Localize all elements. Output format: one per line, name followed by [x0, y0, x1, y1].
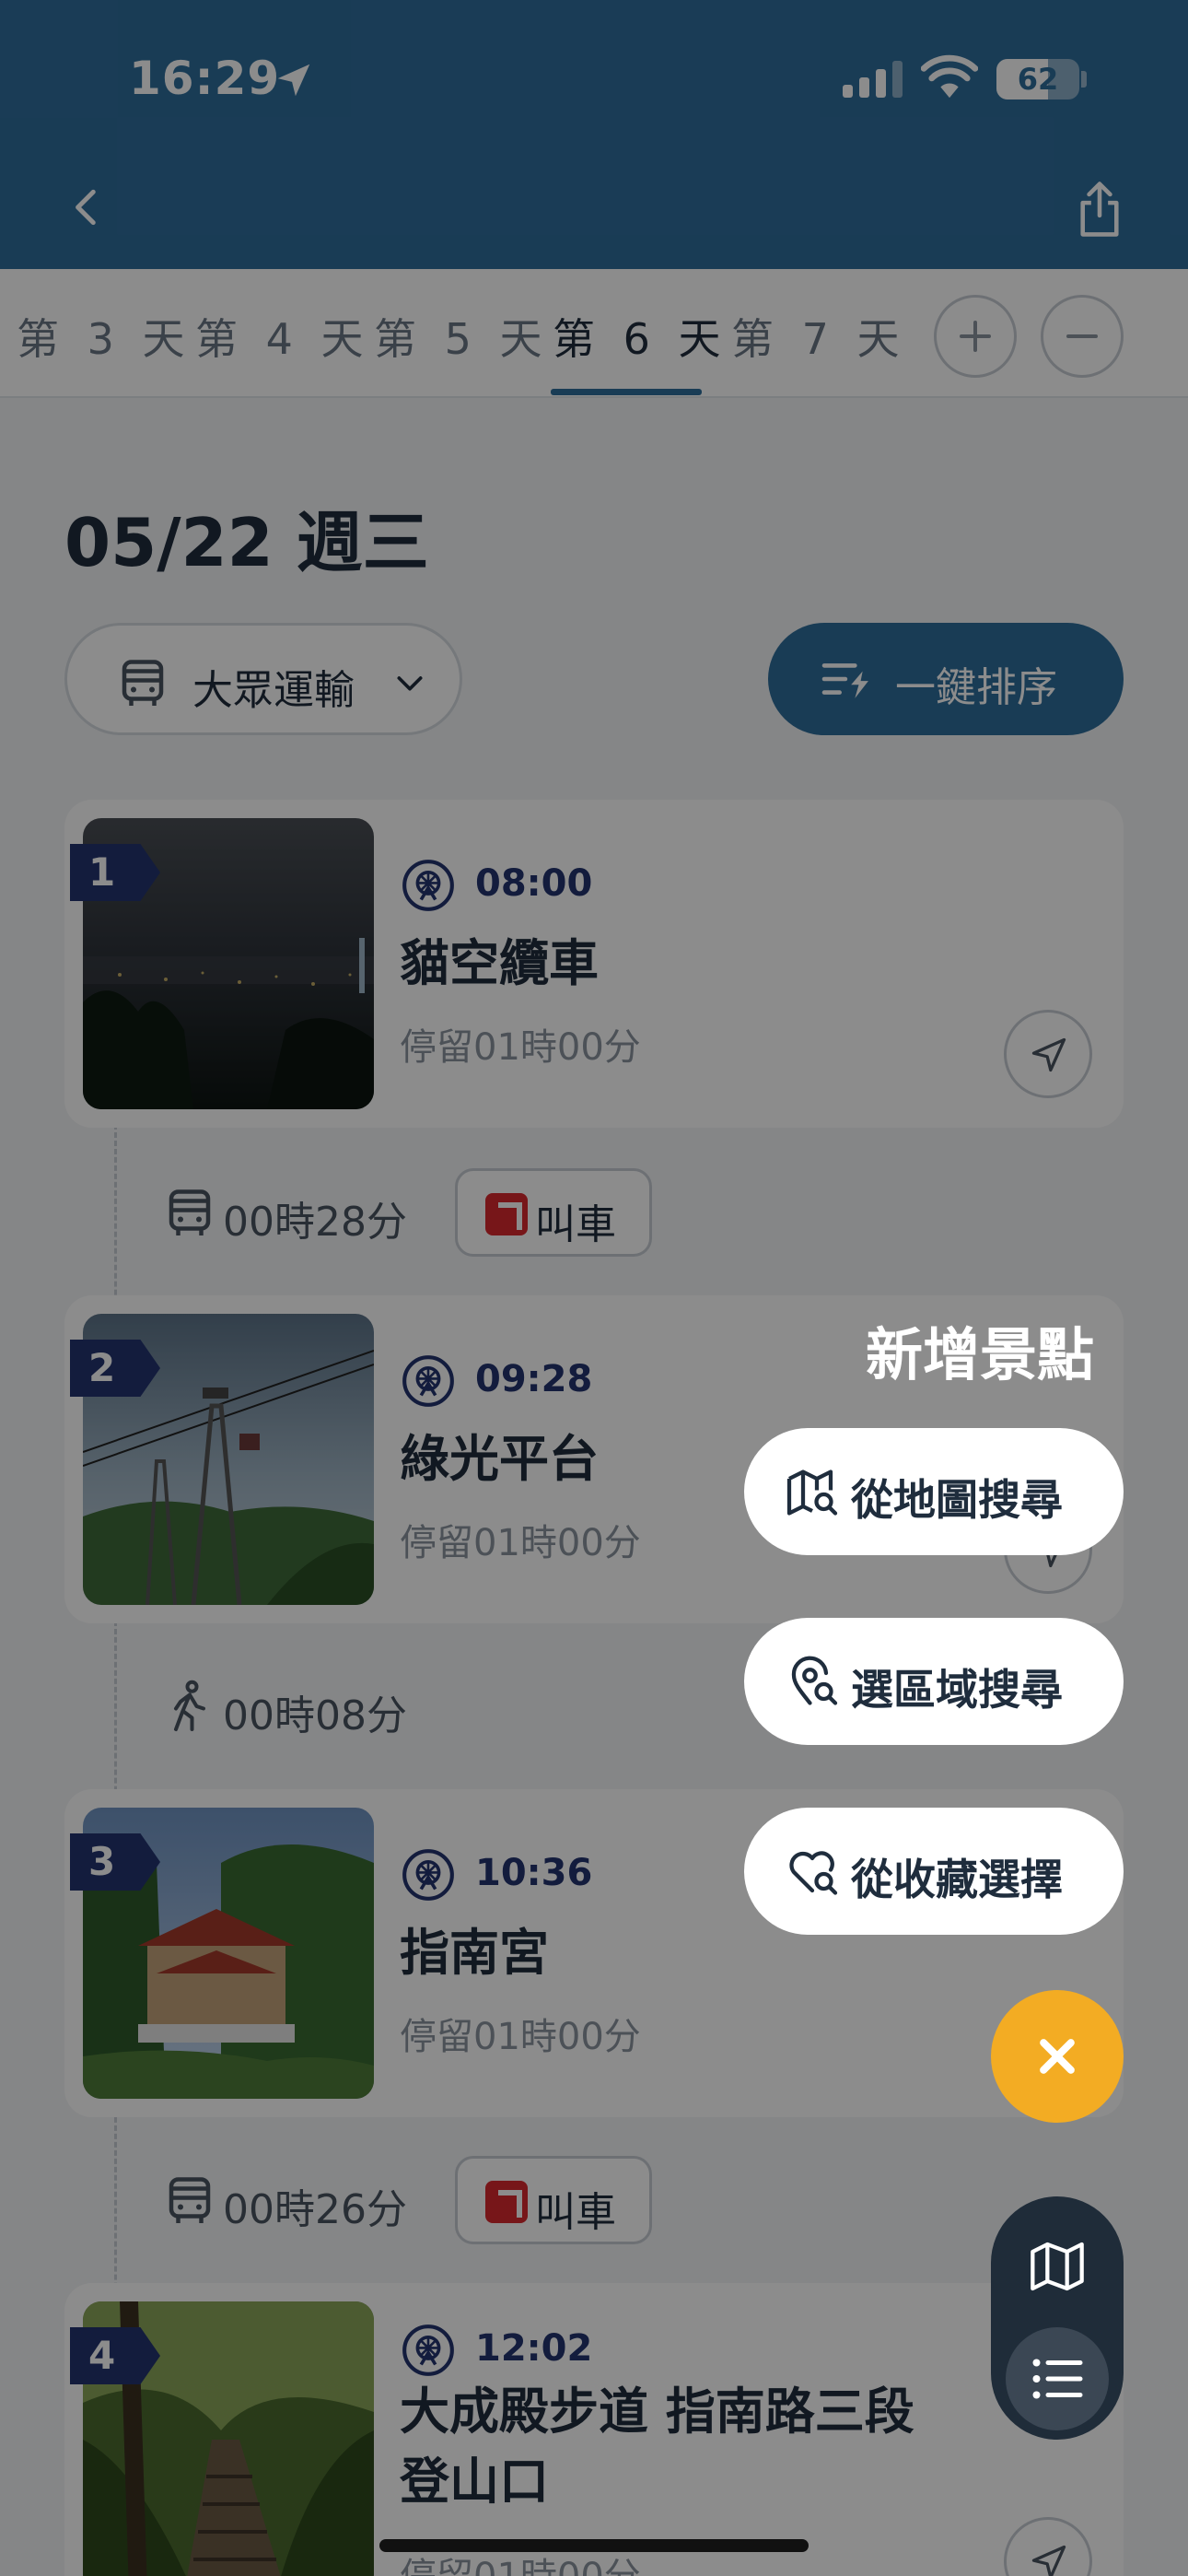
choose-from-favorites-label: 從收藏選擇 — [851, 1855, 1063, 1904]
choose-from-favorites-button[interactable]: 從收藏選擇 — [744, 1808, 1124, 1935]
add-spot-title: 新增景點 — [866, 1321, 1095, 1388]
list-view-icon — [1032, 2359, 1083, 2399]
favorite-search-icon — [789, 1851, 838, 1895]
search-by-area-button[interactable]: 選區域搜尋 — [744, 1618, 1124, 1745]
search-from-map-label: 從地圖搜尋 — [851, 1475, 1063, 1525]
area-search-icon — [791, 1656, 838, 1705]
view-mode-toggle — [991, 2196, 1124, 2440]
close-add-menu-button[interactable] — [991, 1990, 1124, 2123]
home-indicator[interactable] — [379, 2539, 809, 2552]
list-view-button[interactable] — [1006, 2327, 1109, 2430]
search-by-area-label: 選區域搜尋 — [851, 1665, 1063, 1715]
map-view-icon[interactable] — [1028, 2237, 1087, 2296]
map-search-icon — [786, 1469, 838, 1516]
search-from-map-button[interactable]: 從地圖搜尋 — [744, 1428, 1124, 1555]
modal-backdrop[interactable] — [0, 0, 1188, 2576]
